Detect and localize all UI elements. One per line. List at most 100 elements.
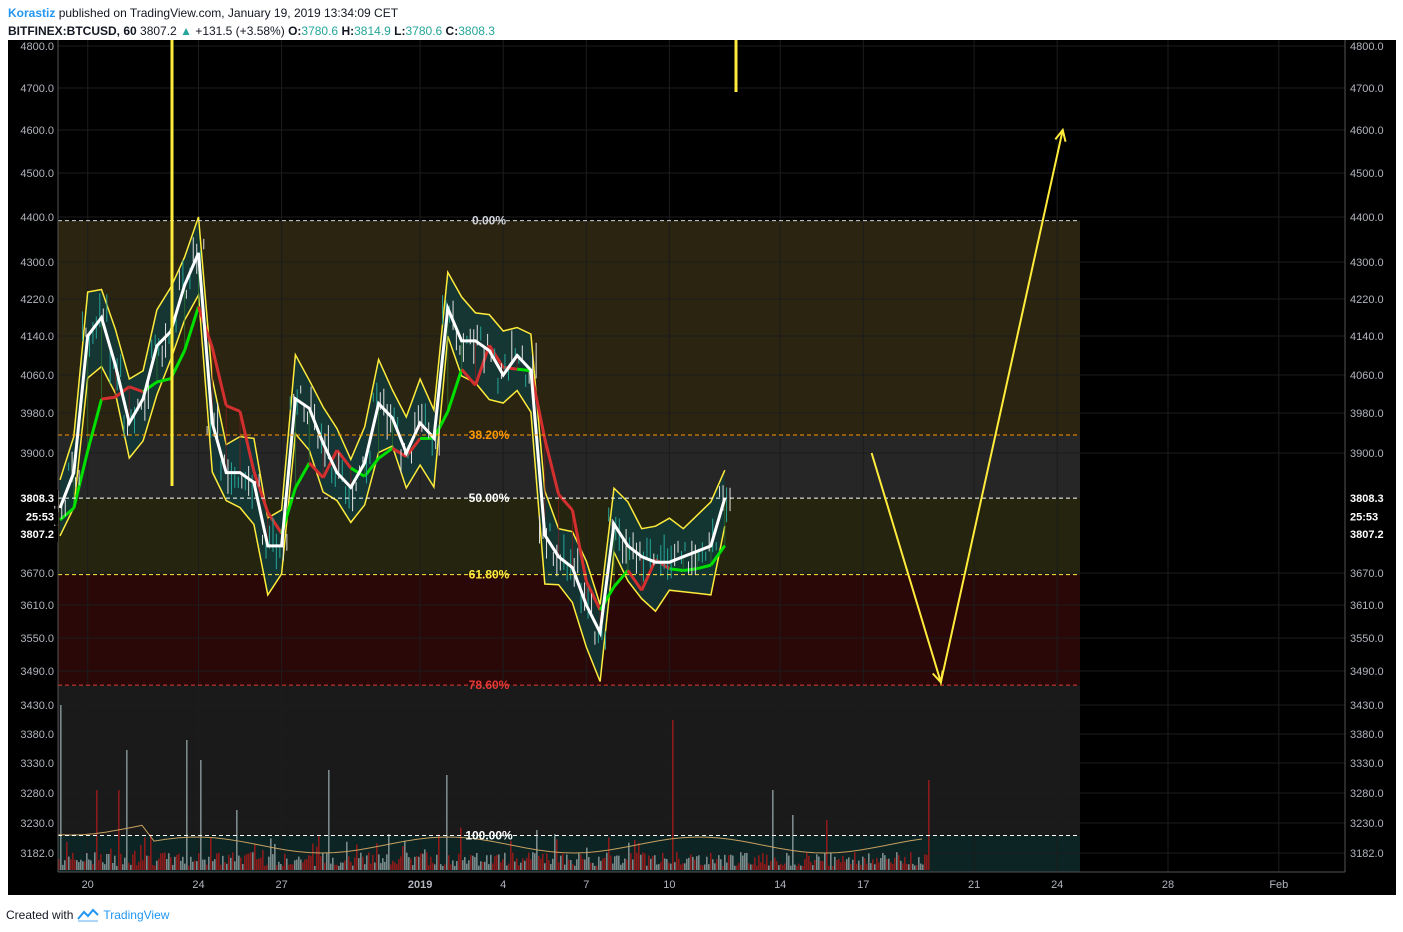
fib-zone-4 [58, 685, 1080, 836]
y-tick-right: 4300.0 [1350, 257, 1384, 269]
volume-bar [62, 864, 64, 870]
volume-bar [906, 863, 908, 870]
price-chart[interactable]: 0.00% 38.20% 50.00% 61.80% 78.60% 100.00% 480… [8, 40, 1396, 895]
y-tick-right: 4700.0 [1350, 83, 1384, 95]
volume-bar [882, 852, 884, 870]
volume-bar [450, 864, 452, 870]
volume-bar [772, 790, 774, 870]
volume-bar [300, 859, 302, 870]
volume-bar [888, 858, 890, 870]
volume-bar [312, 843, 314, 870]
chart-area[interactable]: 0.00% 38.20% 50.00% 61.80% 78.60% 100.00% 480… [8, 40, 1396, 895]
volume-bar [382, 858, 384, 870]
volume-bar [646, 865, 648, 870]
volume-bar [278, 861, 280, 870]
volume-bar [520, 862, 522, 870]
volume-bar [136, 865, 138, 870]
volume-bar [326, 853, 328, 870]
up-arrow-icon: ▲ [180, 24, 192, 38]
volume-bar [768, 865, 770, 870]
volume-bar [924, 854, 926, 870]
volume-bar [748, 863, 750, 870]
volume-bar [808, 855, 810, 870]
x-tick-label: 2019 [408, 879, 432, 891]
volume-bar [886, 859, 888, 870]
x-tick-label: 17 [857, 879, 869, 891]
volume-bar [656, 864, 658, 870]
y-tick-left: 4600.0 [20, 125, 54, 137]
volume-bar [98, 859, 100, 870]
volume-bar [248, 853, 250, 870]
volume-bar [160, 853, 162, 870]
publish-line: Korastiz published on TradingView.com, J… [8, 4, 1398, 22]
volume-bar [920, 863, 922, 870]
volume-bar [310, 855, 312, 870]
volume-bar [168, 853, 170, 870]
volume-bar [114, 855, 116, 870]
volume-bar [602, 858, 604, 870]
volume-bar [558, 862, 560, 870]
volume-bar [914, 865, 916, 870]
volume-bar [524, 860, 526, 870]
high-label: H: [341, 24, 355, 38]
volume-bar [666, 858, 668, 870]
volume-bar [814, 859, 816, 870]
y-tick-right: 3280.0 [1350, 788, 1384, 800]
volume-bar [362, 856, 364, 870]
volume-bar [670, 863, 672, 870]
y-tick-right: 4800.0 [1350, 41, 1384, 53]
volume-bar [592, 862, 594, 870]
volume-bar [828, 865, 830, 870]
volume-bar [866, 863, 868, 870]
volume-bar [696, 856, 698, 870]
volume-bar [776, 861, 778, 870]
volume-bar [314, 865, 316, 870]
volume-bar [210, 837, 212, 870]
volume-bar [182, 856, 184, 870]
volume-bar [400, 856, 402, 870]
y-tick-right: 3430.0 [1350, 700, 1384, 712]
x-tick-label: 24 [192, 879, 204, 891]
volume-bar [812, 865, 814, 870]
fib-label-5: 100.00% [465, 829, 513, 843]
volume-bar [508, 863, 510, 870]
close-value: 3808.3 [458, 24, 495, 38]
volume-bar [464, 857, 466, 870]
author-link[interactable]: Korastiz [8, 6, 55, 20]
volume-bar [538, 855, 540, 870]
volume-bar [636, 852, 638, 870]
y-tick-right: 3550.0 [1350, 633, 1384, 645]
volume-bar [576, 859, 578, 870]
volume-bar [638, 842, 640, 870]
volume-bar [176, 855, 178, 870]
volume-bar [754, 857, 756, 870]
y-tick-left: 3380.0 [20, 729, 54, 741]
volume-bar [220, 864, 222, 870]
volume-bar [446, 775, 448, 870]
volume-bar [766, 854, 768, 870]
tradingview-link[interactable]: TradingView [103, 908, 169, 922]
symbol-label[interactable]: BITFINEX:BTCUSD, 60 [8, 24, 137, 38]
volume-bar [546, 853, 548, 870]
volume-bar [532, 852, 534, 870]
volume-bar [412, 865, 414, 870]
x-tick-label: 20 [82, 879, 94, 891]
volume-bar [822, 861, 824, 870]
volume-bar [196, 861, 198, 870]
volume-bar [896, 852, 898, 870]
volume-bar [342, 862, 344, 870]
volume-bar [444, 864, 446, 870]
volume-bar [358, 858, 360, 870]
last-price: 3807.2 [140, 24, 177, 38]
volume-bar [662, 852, 664, 870]
volume-bar [468, 860, 470, 870]
volume-bar [650, 858, 652, 870]
volume-bar [256, 859, 258, 870]
volume-bar [840, 862, 842, 870]
volume-bar [360, 852, 362, 870]
volume-bar [652, 856, 654, 870]
volume-bar [612, 863, 614, 870]
volume-bar [926, 854, 928, 870]
high-value: 3814.9 [354, 24, 391, 38]
volume-bar [764, 863, 766, 870]
